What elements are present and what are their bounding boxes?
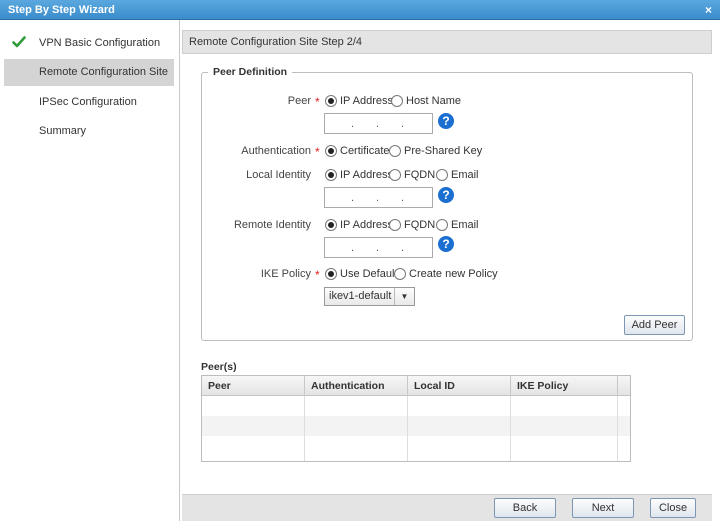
- help-icon[interactable]: ?: [438, 187, 454, 203]
- sidebar-item-summary[interactable]: Summary: [4, 118, 174, 145]
- close-icon[interactable]: ×: [705, 3, 712, 17]
- radio-label: IP Address: [340, 95, 393, 107]
- radio-label: Certificate: [340, 145, 390, 157]
- local-identity-email-radio[interactable]: [436, 169, 448, 181]
- radio-label: Host Name: [406, 95, 462, 107]
- peer-definition-legend: Peer Definition: [208, 66, 293, 78]
- radio-label: Email: [451, 169, 479, 181]
- ike-policy-create-new-radio[interactable]: [394, 268, 406, 280]
- next-button[interactable]: Next: [572, 498, 634, 518]
- authentication-pre-shared-key-radio[interactable]: [389, 145, 401, 157]
- peers-title: Peer(s): [201, 361, 237, 373]
- back-button[interactable]: Back: [494, 498, 556, 518]
- help-icon[interactable]: ?: [438, 113, 454, 129]
- peer-label: Peer: [287, 95, 311, 107]
- remote-identity-email-radio[interactable]: [436, 219, 448, 231]
- radio-label: Use Default: [340, 268, 398, 280]
- sidebar-item-label: Summary: [39, 125, 87, 137]
- column-header-authentication[interactable]: Authentication: [305, 376, 408, 396]
- radio-label: IP Address: [340, 169, 393, 181]
- remote-identity-ip-address-input[interactable]: . . .: [324, 237, 433, 258]
- sidebar-item-label: VPN Basic Configuration: [39, 37, 161, 49]
- radio-label: Create new Policy: [409, 268, 498, 280]
- table-column-divider: [408, 396, 511, 461]
- peers-table: Peer Authentication Local ID IKE Policy: [201, 375, 631, 462]
- add-peer-button[interactable]: Add Peer: [624, 315, 685, 335]
- sidebar-item-vpn-basic-configuration[interactable]: VPN Basic Configuration: [4, 30, 174, 57]
- local-identity-ip-address-input[interactable]: . . .: [324, 187, 433, 208]
- window-title: Step By Step Wizard: [8, 4, 115, 16]
- ike-policy-select[interactable]: ikev1-default ▼: [324, 287, 415, 306]
- step-title: Remote Configuration Site Step 2/4: [189, 36, 363, 48]
- help-icon[interactable]: ?: [438, 236, 454, 252]
- sidebar-item-label: IPSec Configuration: [39, 96, 137, 108]
- radio-label: Pre-Shared Key: [404, 145, 483, 157]
- required-marker: *: [315, 268, 320, 282]
- local-identity-fqdn-radio[interactable]: [389, 169, 401, 181]
- radio-label: IP Address: [340, 219, 393, 231]
- peer-ip-address-radio[interactable]: [325, 95, 337, 107]
- peer-ip-address-input[interactable]: . . .: [324, 113, 433, 134]
- ike-policy-selected-value: ikev1-default: [329, 290, 392, 302]
- wizard-steps-sidebar: VPN Basic Configuration Remote Configura…: [0, 20, 180, 521]
- close-button[interactable]: Close: [650, 498, 696, 518]
- step-header: Remote Configuration Site Step 2/4: [182, 30, 712, 54]
- sidebar-item-remote-configuration-site[interactable]: Remote Configuration Site: [4, 59, 174, 86]
- peer-host-name-radio[interactable]: [391, 95, 403, 107]
- table-column-divider: [305, 396, 408, 461]
- column-header-ike-policy[interactable]: IKE Policy: [511, 376, 618, 396]
- authentication-label: Authentication: [241, 145, 311, 157]
- remote-identity-label: Remote Identity: [233, 219, 311, 231]
- remote-identity-fqdn-radio[interactable]: [389, 219, 401, 231]
- required-marker: *: [315, 145, 320, 159]
- sidebar-item-ipsec-configuration[interactable]: IPSec Configuration: [4, 89, 174, 116]
- chevron-down-icon: ▼: [394, 288, 414, 305]
- window-titlebar: Step By Step Wizard ×: [0, 0, 720, 20]
- column-header-peer[interactable]: Peer: [202, 376, 305, 396]
- table-column-divider: [511, 396, 618, 461]
- table-column-divider: [202, 396, 305, 461]
- radio-label: Email: [451, 219, 479, 231]
- sidebar-item-label: Remote Configuration Site: [39, 66, 169, 78]
- table-header: Peer Authentication Local ID IKE Policy: [202, 376, 630, 396]
- radio-label: FQDN: [404, 219, 436, 231]
- checkmark-icon: [12, 36, 26, 48]
- authentication-certificate-radio[interactable]: [325, 145, 337, 157]
- radio-label: FQDN: [404, 169, 436, 181]
- local-identity-label: Local Identity: [246, 169, 311, 181]
- required-marker: *: [315, 95, 320, 109]
- remote-identity-ip-address-radio[interactable]: [325, 219, 337, 231]
- column-header-local-id[interactable]: Local ID: [408, 376, 511, 396]
- ike-policy-use-default-radio[interactable]: [325, 268, 337, 280]
- ike-policy-label: IKE Policy: [260, 268, 311, 280]
- local-identity-ip-address-radio[interactable]: [325, 169, 337, 181]
